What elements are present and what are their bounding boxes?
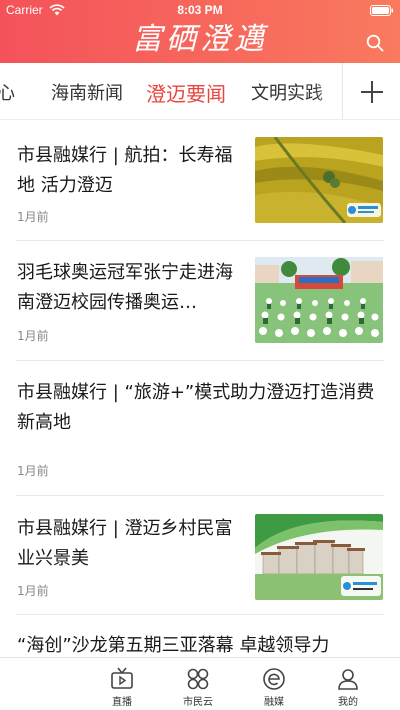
list-item[interactable]: 市县融媒行 | 航拍：长寿福地 活力澄迈 1月前 bbox=[0, 120, 400, 241]
nav-label: 新闻 bbox=[36, 697, 56, 708]
search-icon[interactable] bbox=[366, 34, 384, 52]
nav-label: 融媒 bbox=[264, 697, 284, 708]
tab-civilization-practice[interactable]: 文明实践 bbox=[251, 79, 323, 105]
add-channel-button[interactable] bbox=[342, 63, 400, 120]
tab-fade bbox=[314, 63, 342, 120]
nav-live[interactable]: 直播 bbox=[92, 658, 152, 710]
news-thumbnail[interactable] bbox=[255, 137, 383, 223]
tv-icon bbox=[111, 667, 133, 689]
news-time: 1月前 bbox=[17, 210, 49, 224]
media-icon bbox=[263, 668, 285, 690]
nav-citizen-cloud[interactable]: 市民云 bbox=[168, 658, 228, 710]
list-item[interactable]: “海创”沙龙第五期三亚落幕 卓越领导力 bbox=[0, 615, 400, 657]
tab-chengmai-news[interactable]: 澄迈要闻 bbox=[146, 78, 226, 107]
nav-media[interactable]: 融媒 bbox=[244, 658, 304, 710]
news-icon bbox=[37, 669, 55, 689]
news-title: 市县融媒行 | “旅游+”模式助力澄迈打造消费新高地 bbox=[17, 382, 375, 433]
channel-tabs: 心 海南新闻 澄迈要闻 文明实践 bbox=[0, 63, 400, 120]
news-time: 1月前 bbox=[17, 584, 49, 598]
list-item[interactable]: 市县融媒行 | 澄迈乡村民富业兴景美 1月前 bbox=[0, 496, 400, 615]
tab-hainan-news[interactable]: 海南新闻 bbox=[51, 79, 123, 105]
nav-label: 我的 bbox=[338, 697, 358, 708]
app-header: Carrier 8:03 PM 富硒澄邁 bbox=[0, 0, 400, 63]
news-thumbnail[interactable] bbox=[255, 514, 383, 600]
bottom-nav: 新闻 直播 市民云 融媒 我的 bbox=[0, 657, 400, 710]
battery-icon bbox=[370, 5, 394, 16]
news-thumbnail[interactable] bbox=[255, 257, 383, 343]
status-bar: Carrier 8:03 PM bbox=[0, 0, 400, 22]
list-item[interactable]: 羽毛球奥运冠军张宁走进海南澄迈校园传播奥运… 1月前 bbox=[0, 241, 400, 361]
nav-profile[interactable]: 我的 bbox=[318, 658, 378, 710]
cloud-grid-icon bbox=[187, 668, 209, 690]
status-time: 8:03 PM bbox=[177, 3, 223, 17]
user-icon bbox=[338, 669, 358, 690]
list-item[interactable]: 市县融媒行 | “旅游+”模式助力澄迈打造消费新高地 1月前 bbox=[0, 361, 400, 496]
nav-label: 市民云 bbox=[183, 697, 213, 708]
news-title: 市县融媒行 | 航拍：长寿福地 活力澄迈 bbox=[17, 145, 233, 196]
app-logo: 富硒澄邁 bbox=[132, 22, 268, 57]
nav-label: 直播 bbox=[112, 697, 132, 708]
news-time: 1月前 bbox=[17, 329, 49, 343]
news-title: 市县融媒行 | 澄迈乡村民富业兴景美 bbox=[17, 518, 233, 569]
news-time: 1月前 bbox=[17, 464, 49, 478]
tab-partial[interactable]: 心 bbox=[0, 79, 15, 105]
news-title: 羽毛球奥运冠军张宁走进海南澄迈校园传播奥运… bbox=[17, 262, 233, 313]
nav-news[interactable]: 新闻 bbox=[16, 658, 76, 710]
